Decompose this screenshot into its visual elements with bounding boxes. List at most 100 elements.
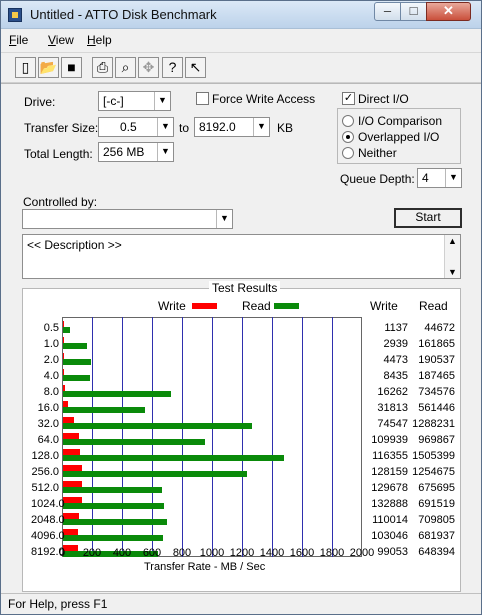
- new-icon[interactable]: ▯: [15, 57, 36, 78]
- read-bar: [63, 391, 171, 397]
- status-text: For Help, press F1: [8, 597, 108, 611]
- write-value: 132888: [371, 498, 408, 510]
- direct-io-checkbox[interactable]: ✓: [342, 92, 355, 105]
- chevron-down-icon: ▼: [157, 118, 173, 136]
- io-comparison-radio[interactable]: [342, 115, 354, 127]
- drive-label: Drive:: [24, 95, 56, 109]
- read-bar: [63, 471, 247, 477]
- transfer-size-label: 1.0: [43, 338, 59, 350]
- read-legend-swatch: [274, 303, 299, 309]
- read-bar: [63, 407, 146, 413]
- gridline: [182, 317, 183, 557]
- read-value: 648394: [418, 546, 455, 558]
- write-value: 1137: [384, 322, 408, 334]
- context-help-icon[interactable]: ↖: [185, 57, 206, 78]
- read-bar: [63, 487, 162, 493]
- force-write-checkbox[interactable]: [196, 92, 209, 105]
- write-value: 31813: [377, 402, 408, 414]
- read-bar: [63, 535, 163, 541]
- read-value: 969867: [418, 434, 455, 446]
- transfer-size-label: 8.0: [43, 386, 59, 398]
- transfer-size-label: 256.0: [31, 466, 59, 478]
- write-value: 128159: [371, 466, 408, 478]
- transfer-size-label: 2.0: [43, 354, 59, 366]
- open-icon[interactable]: 📂: [38, 57, 59, 78]
- minimize-button[interactable]: –: [374, 2, 401, 21]
- write-value: 110014: [372, 514, 408, 526]
- read-value: 734576: [418, 386, 455, 398]
- queue-depth-select[interactable]: 4 ▼: [417, 168, 462, 188]
- maximize-button[interactable]: □: [400, 2, 427, 21]
- controlled-by-select[interactable]: ▼: [22, 209, 233, 229]
- write-value: 103046: [371, 530, 408, 542]
- gridline: [272, 317, 273, 557]
- read-value: 675695: [418, 482, 455, 494]
- read-column-header: Read: [419, 299, 448, 313]
- transfer-size-to-select[interactable]: 8192.0 ▼: [194, 117, 270, 137]
- total-length-label: Total Length:: [24, 147, 93, 161]
- total-length-select[interactable]: 256 MB ▼: [98, 142, 174, 162]
- chevron-down-icon: ▼: [157, 143, 173, 161]
- move-icon[interactable]: ✥: [138, 57, 159, 78]
- transfer-rate-chart: [62, 317, 362, 557]
- read-value: 187465: [418, 370, 455, 382]
- kb-label: KB: [277, 121, 294, 135]
- help-icon[interactable]: ?: [162, 57, 183, 78]
- neither-label: Neither: [358, 146, 397, 160]
- neither-radio[interactable]: [342, 147, 354, 159]
- read-bar: [63, 519, 167, 525]
- menu-view[interactable]: View: [48, 33, 74, 47]
- start-button[interactable]: Start: [394, 208, 462, 228]
- read-bar: [63, 455, 284, 461]
- close-button[interactable]: ✕: [426, 2, 471, 21]
- write-legend-swatch: [192, 303, 217, 309]
- print-icon[interactable]: ⎙: [92, 57, 113, 78]
- read-bar: [63, 327, 70, 333]
- read-value: 709805: [418, 514, 455, 526]
- menu-file[interactable]: File: [9, 33, 28, 47]
- read-value: 561446: [418, 402, 455, 414]
- force-write-label: Force Write Access: [212, 92, 316, 106]
- scroll-down-icon: ▼: [448, 267, 457, 277]
- write-value: 74547: [377, 418, 408, 430]
- atto-app-icon: [8, 8, 22, 22]
- write-value: 4473: [383, 354, 408, 366]
- title-bar: Untitled - ATTO Disk Benchmark – □ ✕: [1, 1, 481, 29]
- read-bar: [63, 375, 91, 381]
- save-icon[interactable]: ■: [61, 57, 82, 78]
- gridline: [332, 317, 333, 557]
- read-value: 1254675: [412, 466, 455, 478]
- menu-help[interactable]: Help: [87, 33, 112, 47]
- io-comparison-label: I/O Comparison: [358, 114, 443, 128]
- transfer-size-from-select[interactable]: 0.5 ▼: [98, 117, 174, 137]
- transfer-size-label: 128.0: [31, 450, 59, 462]
- gridline: [302, 317, 303, 557]
- transfer-size-label: Transfer Size:: [24, 121, 99, 135]
- read-value: 1288231: [412, 418, 455, 430]
- chevron-down-icon: ▼: [253, 118, 269, 136]
- gridline: [212, 317, 213, 557]
- read-value: 691519: [418, 498, 455, 510]
- write-value: 8435: [383, 370, 408, 382]
- description-scrollbar[interactable]: ▲ ▼: [444, 235, 460, 278]
- test-results-panel: Test Results Write Read Write Read 0.5 1.…: [22, 281, 461, 592]
- transfer-size-label: 4.0: [43, 370, 59, 382]
- read-value: 190537: [418, 354, 455, 366]
- drive-select[interactable]: [-c-] ▼: [98, 91, 171, 111]
- transfer-size-label: 1024.0: [31, 498, 65, 510]
- read-legend-label: Read: [242, 299, 271, 313]
- description-textarea[interactable]: << Description >> ▲ ▼: [22, 234, 461, 279]
- read-bar: [63, 343, 87, 349]
- read-value: 1505399: [412, 450, 455, 462]
- print-preview-icon[interactable]: ⌕: [115, 57, 136, 78]
- status-bar: For Help, press F1: [1, 593, 481, 614]
- chevron-down-icon: ▼: [445, 169, 461, 187]
- write-column-header: Write: [370, 299, 398, 313]
- write-value: 2939: [383, 338, 408, 350]
- description-text: << Description >>: [27, 238, 122, 252]
- transfer-size-label: 64.0: [37, 434, 59, 446]
- overlapped-io-radio[interactable]: [342, 131, 354, 143]
- toolbar: ▯ 📂 ■ ⎙ ⌕ ✥ ? ↖: [1, 52, 481, 83]
- transfer-size-label: 16.0: [37, 402, 59, 414]
- transfer-size-label: 4096.0: [31, 530, 65, 542]
